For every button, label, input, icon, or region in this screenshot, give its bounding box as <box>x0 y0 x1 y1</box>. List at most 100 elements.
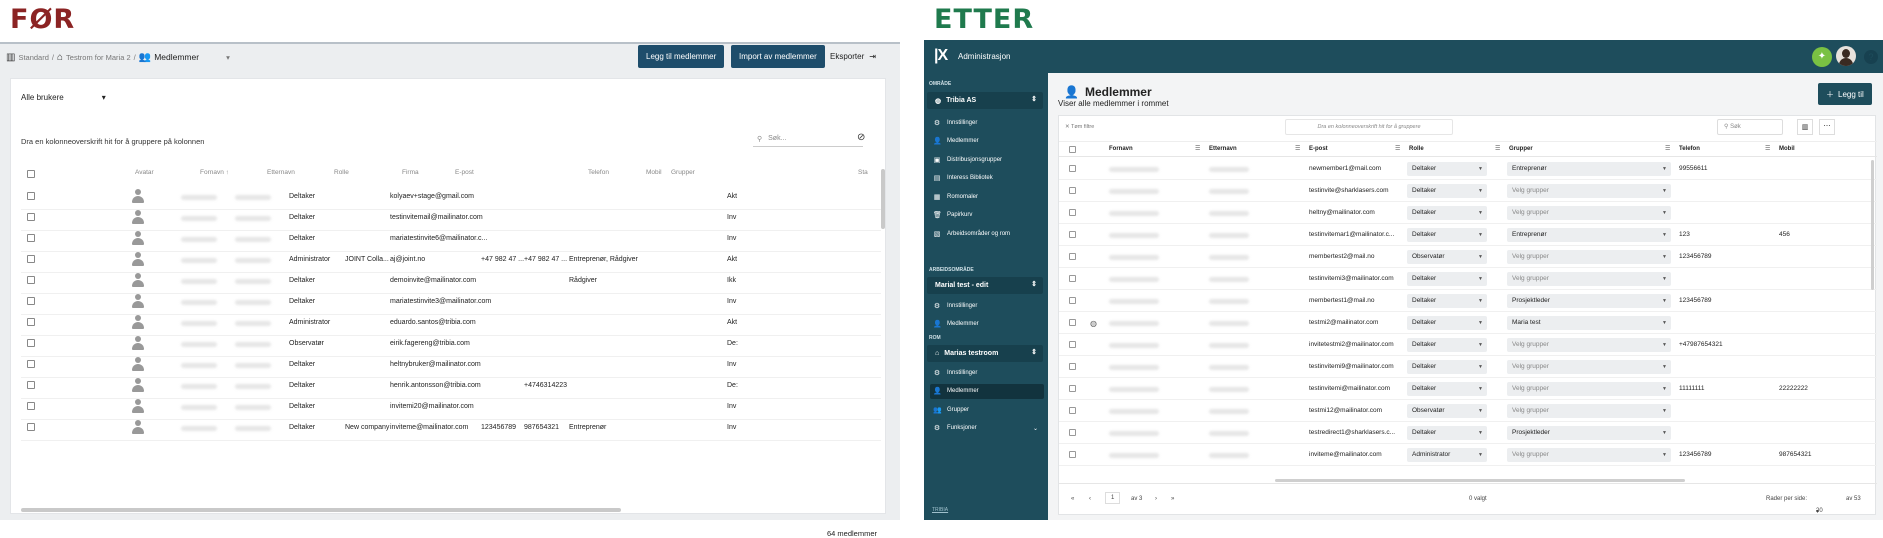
row-checkbox[interactable] <box>1069 297 1076 304</box>
sidebar-item-interess-bibliotek[interactable]: ▤ Interess Bibliotek <box>930 171 1044 186</box>
row-checkbox[interactable] <box>27 423 35 431</box>
breadcrumb-root[interactable]: Standard <box>18 53 48 62</box>
page-input[interactable]: 1 <box>1105 492 1121 504</box>
row-checkbox[interactable] <box>27 402 35 410</box>
row-checkbox[interactable] <box>27 276 35 284</box>
columns-icon[interactable]: ▥ <box>1797 119 1813 135</box>
prev-page-icon[interactable]: ‹ <box>1089 496 1091 502</box>
col-telefon[interactable]: Telefon <box>588 169 609 176</box>
help-icon[interactable]: ? <box>1864 50 1878 64</box>
groups-select[interactable]: Prosjektleder ▼ <box>1507 426 1671 440</box>
role-select[interactable]: Deltaker ▼ <box>1407 184 1487 198</box>
filter-icon[interactable]: ☰ <box>1395 145 1400 152</box>
groups-select[interactable]: Velg grupper ▼ <box>1507 184 1671 198</box>
col-grupper[interactable]: Grupper <box>1509 146 1533 152</box>
col-epost[interactable]: E-post <box>1309 146 1328 152</box>
table-row[interactable]: testinvitemi9@mailinator.com Deltaker ▼ Vel… <box>1059 356 1877 378</box>
select-all-checkbox[interactable] <box>1069 146 1076 153</box>
role-select[interactable]: Observatør ▼ <box>1407 250 1487 264</box>
col-avatar[interactable]: Avatar <box>135 169 154 176</box>
col-mobil[interactable]: Mobil <box>1779 146 1795 152</box>
app-logo-icon[interactable]: |X <box>934 47 948 65</box>
row-checkbox[interactable] <box>1069 451 1076 458</box>
sidebar-item-innstillinger[interactable]: ⚙ Innstillinger <box>930 365 1044 380</box>
vertical-scrollbar[interactable] <box>881 169 885 229</box>
room-selector[interactable]: ⌂ Marias testroom ⇕ <box>927 345 1043 362</box>
col-telefon[interactable]: Telefon <box>1679 146 1700 152</box>
sidebar-item-romomaler[interactable]: ▦ Romomaler <box>930 189 1044 204</box>
add-members-button[interactable]: Legg til medlemmer <box>638 45 725 68</box>
search-input[interactable]: ⚲ Søk <box>1717 119 1783 135</box>
sidebar-item-papirkurv[interactable]: 🗑 Papirkurv <box>930 208 1044 223</box>
table-row[interactable]: testinvitemar1@mailinator.c... Deltaker ▼ E… <box>1059 224 1877 246</box>
sidebar-item-innstillinger[interactable]: ⚙ Innstillinger <box>930 298 1044 313</box>
select-all-checkbox[interactable] <box>27 170 35 178</box>
groups-select[interactable]: Prosjektleder ▼ <box>1507 294 1671 308</box>
groups-select[interactable]: Entreprenør ▼ <box>1507 162 1671 176</box>
groups-select[interactable]: Velg grupper ▼ <box>1507 250 1671 264</box>
row-checkbox[interactable] <box>1069 165 1076 172</box>
groups-select[interactable]: Velg grupper ▼ <box>1507 360 1671 374</box>
row-checkbox[interactable] <box>27 255 35 263</box>
row-checkbox[interactable] <box>1069 253 1076 260</box>
col-mobil[interactable]: Mobil <box>646 169 662 176</box>
user-avatar[interactable] <box>1836 46 1856 66</box>
sidebar-item-innstillinger[interactable]: ⚙ Innstillinger <box>930 115 1044 130</box>
groups-select[interactable]: Entreprenør ▼ <box>1507 228 1671 242</box>
filter-icon[interactable]: ☰ <box>1295 145 1300 152</box>
filter-icon[interactable]: ☰ <box>1495 145 1500 152</box>
row-checkbox[interactable] <box>1069 319 1076 326</box>
sidebar-item-distribusjonsgrupper[interactable]: ▣ Distribusjonsgrupper <box>930 152 1044 167</box>
role-select[interactable]: Deltaker ▼ <box>1407 360 1487 374</box>
role-select[interactable]: Deltaker ▼ <box>1407 382 1487 396</box>
groups-select[interactable]: Velg grupper ▼ <box>1507 448 1671 462</box>
table-row[interactable]: testinvite@sharklasers.com Deltaker ▼ Velg … <box>1059 180 1877 202</box>
table-row[interactable]: ◍ testmi2@mailinator.com Deltaker ▼ Maria te… <box>1059 312 1877 334</box>
row-checkbox[interactable] <box>27 381 35 389</box>
table-row[interactable]: membertest1@mail.no Deltaker ▼ Prosjektlede… <box>1059 290 1877 312</box>
groups-select[interactable]: Velg grupper ▼ <box>1507 338 1671 352</box>
role-select[interactable]: Administrator ▼ <box>1407 448 1487 462</box>
first-page-icon[interactable]: « <box>1071 496 1074 502</box>
row-checkbox[interactable] <box>27 192 35 200</box>
sidebar-footer[interactable]: TRIBIA <box>932 507 948 513</box>
workspace-selector[interactable]: Marial test - edit ⇕ <box>927 277 1043 294</box>
role-select[interactable]: Deltaker ▼ <box>1407 316 1487 330</box>
row-checkbox[interactable] <box>1069 363 1076 370</box>
last-page-icon[interactable]: » <box>1171 496 1174 502</box>
row-checkbox[interactable] <box>27 318 35 326</box>
sidebar-item-arbeidsområder-og-rom[interactable]: ▧ Arbeidsområder og rom <box>930 226 1044 241</box>
more-icon[interactable]: ⋯ <box>1819 119 1835 135</box>
row-checkbox[interactable] <box>27 360 35 368</box>
search-input[interactable]: ⚲ Søk... <box>753 131 863 147</box>
add-member-button[interactable]: ＋ Legg til <box>1818 83 1872 105</box>
groups-select[interactable]: Velg grupper ▼ <box>1507 272 1671 286</box>
role-select[interactable]: Deltaker ▼ <box>1407 294 1487 308</box>
role-select[interactable]: Observatør ▼ <box>1407 404 1487 418</box>
sidebar-item-funksjoner[interactable]: ⚙ Funksjoner ⌄ <box>930 421 1044 436</box>
sidebar-item-grupper[interactable]: 👥 Grupper <box>930 402 1044 417</box>
col-rolle[interactable]: Rolle <box>334 169 349 176</box>
col-fornavn[interactable]: Fornavn <box>1109 146 1133 152</box>
row-checkbox[interactable] <box>1069 187 1076 194</box>
table-row[interactable]: inviteme@mailinator.com Administrator ▼ Vel… <box>1059 444 1877 466</box>
row-checkbox[interactable] <box>1069 209 1076 216</box>
table-row[interactable]: testinvitemi@mailinator.com Deltaker ▼ Velg… <box>1059 378 1877 400</box>
col-rolle[interactable]: Rolle <box>1409 146 1424 152</box>
sidebar-item-medlemmer[interactable]: 👤 Medlemmer <box>930 317 1044 332</box>
table-row[interactable]: heltny@mailinator.com Deltaker ▼ Velg grupp… <box>1059 202 1877 224</box>
table-row[interactable]: testredirect1@sharklasers.c... Deltaker ▼ P… <box>1059 422 1877 444</box>
role-select[interactable]: Deltaker ▼ <box>1407 228 1487 242</box>
horizontal-scrollbar[interactable] <box>21 508 621 512</box>
row-checkbox[interactable] <box>1069 341 1076 348</box>
row-checkbox[interactable] <box>1069 429 1076 436</box>
col-epost[interactable]: E-post <box>455 169 474 176</box>
horizontal-scrollbar[interactable] <box>1275 479 1685 482</box>
next-page-icon[interactable]: › <box>1155 496 1157 502</box>
groups-select[interactable]: Velg grupper ▼ <box>1507 382 1671 396</box>
groups-select[interactable]: Velg grupper ▼ <box>1507 206 1671 220</box>
export-button[interactable]: Eksporter ⇥ <box>830 45 876 68</box>
table-row[interactable]: Deltaker New company inviteme@mailinator.c… <box>21 416 881 441</box>
sidebar-item-medlemmer[interactable]: 👤 Medlemmer <box>930 383 1044 399</box>
role-select[interactable]: Deltaker ▼ <box>1407 338 1487 352</box>
